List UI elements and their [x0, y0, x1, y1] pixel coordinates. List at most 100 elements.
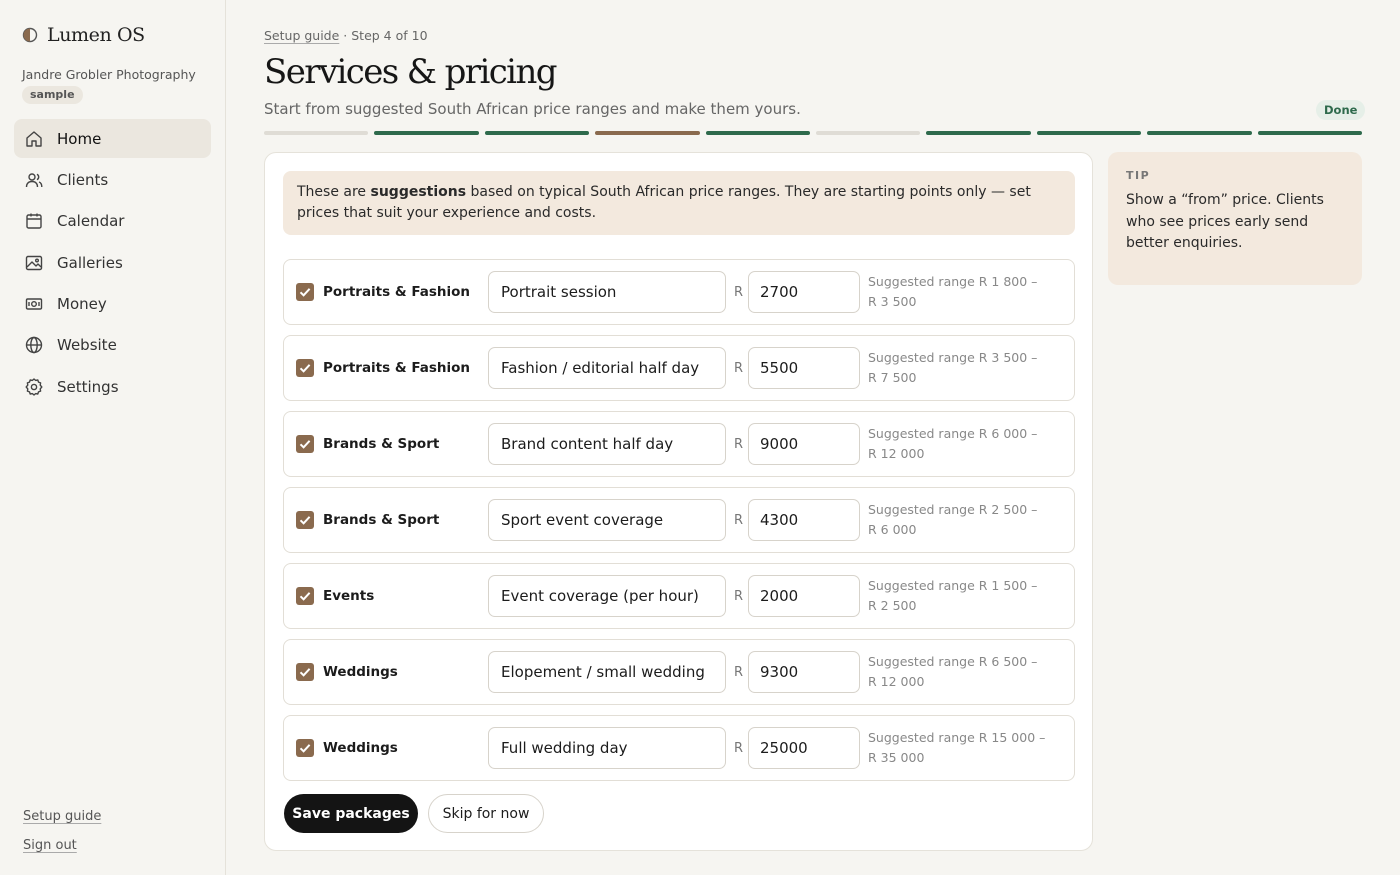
- save-packages-button[interactable]: Save packages: [284, 794, 418, 833]
- checkmark-icon: [299, 744, 311, 753]
- progress-step-4: [595, 131, 700, 135]
- setup-guide-link[interactable]: Setup guide: [23, 809, 101, 824]
- suggested-range: Suggested range R 6 500 – R 12 000: [868, 652, 1058, 691]
- suggested-range: Suggested range R 2 500 – R 6 000: [868, 500, 1058, 539]
- sample-badge: sample: [22, 86, 83, 104]
- sidebar-item-clients[interactable]: Clients: [14, 160, 211, 199]
- sidebar-item-label: Website: [57, 336, 117, 355]
- breadcrumb-step: · Step 4 of 10: [339, 28, 428, 43]
- suggested-range-line-2: R 12 000: [868, 673, 925, 689]
- suggested-range-line-2: R 3 500: [868, 293, 917, 309]
- calendar-icon: [24, 211, 44, 231]
- suggested-range-line-1: Suggested range R 3 500 –: [868, 350, 1038, 365]
- package-name-input[interactable]: [488, 651, 726, 693]
- package-name-input[interactable]: [488, 499, 726, 541]
- skip-for-now-button[interactable]: Skip for now: [428, 794, 544, 833]
- studio-name: Jandre Grobler Photography: [22, 67, 196, 82]
- package-category: Weddings: [323, 740, 398, 756]
- package-price-input[interactable]: [748, 651, 860, 693]
- suggestions-notice: These are suggestions based on typical S…: [283, 171, 1075, 235]
- package-price-input[interactable]: [748, 423, 860, 465]
- image-icon: [24, 253, 44, 273]
- sidebar-item-settings[interactable]: Settings: [14, 367, 211, 406]
- checkmark-icon: [299, 592, 311, 601]
- package-name-input[interactable]: [488, 271, 726, 313]
- currency-label: R: [734, 741, 744, 756]
- brand[interactable]: Lumen OS: [22, 24, 145, 46]
- package-row: Weddings R Suggested range R 6 500 – R 12…: [283, 639, 1075, 705]
- suggested-range: Suggested range R 1 800 – R 3 500: [868, 272, 1058, 311]
- home-icon: [24, 129, 44, 149]
- globe-icon: [24, 335, 44, 355]
- page-title: Services & pricing: [264, 52, 558, 92]
- package-row: Portraits & Fashion R Suggested range R …: [283, 335, 1075, 401]
- package-checkbox[interactable]: [296, 663, 314, 681]
- package-price-input[interactable]: [748, 499, 860, 541]
- checkmark-icon: [299, 440, 311, 449]
- sidebar-item-website[interactable]: Website: [14, 326, 211, 365]
- package-category: Brands & Sport: [323, 436, 440, 452]
- package-checkbox[interactable]: [296, 359, 314, 377]
- sidebar: Lumen OS Jandre Grobler Photography samp…: [0, 0, 226, 875]
- sidebar-item-money[interactable]: Money: [14, 285, 211, 324]
- package-checkbox[interactable]: [296, 739, 314, 757]
- package-category: Portraits & Fashion: [323, 284, 471, 300]
- sign-out-link[interactable]: Sign out: [23, 838, 77, 853]
- sidebar-item-label: Clients: [57, 170, 109, 189]
- suggested-range-line-2: R 35 000: [868, 749, 925, 765]
- package-price-input[interactable]: [748, 347, 860, 389]
- checkmark-icon: [299, 364, 311, 373]
- suggested-range: Suggested range R 15 000 – R 35 000: [868, 728, 1058, 767]
- package-price-input[interactable]: [748, 727, 860, 769]
- package-row: Brands & Sport R Suggested range R 6 000…: [283, 411, 1075, 477]
- page-subtitle: Start from suggested South African price…: [264, 100, 801, 118]
- progress-step-6: [816, 131, 921, 135]
- suggested-range-line-2: R 7 500: [868, 369, 917, 385]
- suggested-range-line-1: Suggested range R 6 000 –: [868, 426, 1038, 441]
- progress-step-9: [1147, 131, 1252, 135]
- package-name-input[interactable]: [488, 575, 726, 617]
- package-row: Events R Suggested range R 1 500 – R 2 50…: [283, 563, 1075, 629]
- package-checkbox[interactable]: [296, 587, 314, 605]
- breadcrumb-setup-guide-link[interactable]: Setup guide: [264, 28, 339, 43]
- suggested-range-line-1: Suggested range R 2 500 –: [868, 502, 1038, 517]
- suggested-range-line-1: Suggested range R 15 000 –: [868, 730, 1046, 745]
- currency-label: R: [734, 589, 744, 604]
- banknote-icon: [24, 294, 44, 314]
- package-category: Weddings: [323, 664, 398, 680]
- package-category: Events: [323, 588, 375, 604]
- package-category: Portraits & Fashion: [323, 360, 471, 376]
- sidebar-item-label: Money: [57, 295, 107, 314]
- pricing-card: These are suggestions based on typical S…: [264, 152, 1093, 851]
- suggested-range: Suggested range R 3 500 – R 7 500: [868, 348, 1058, 387]
- package-row: Brands & Sport R Suggested range R 2 500…: [283, 487, 1075, 553]
- sidebar-item-home[interactable]: Home: [14, 119, 211, 158]
- setup-progress-bar: [264, 131, 1363, 135]
- progress-step-7: [926, 131, 1031, 135]
- suggested-range: Suggested range R 1 500 – R 2 500: [868, 576, 1058, 615]
- package-name-input[interactable]: [488, 727, 726, 769]
- package-price-input[interactable]: [748, 271, 860, 313]
- progress-step-10: [1257, 131, 1363, 135]
- package-list: Portraits & Fashion R Suggested range R …: [283, 259, 1075, 791]
- gear-icon: [24, 377, 44, 397]
- package-checkbox[interactable]: [296, 283, 314, 301]
- package-price-input[interactable]: [748, 575, 860, 617]
- tip-label: TIP: [1126, 169, 1151, 182]
- package-name-input[interactable]: [488, 347, 726, 389]
- sidebar-item-calendar[interactable]: Calendar: [14, 202, 211, 241]
- package-checkbox[interactable]: [296, 511, 314, 529]
- progress-step-2: [374, 131, 479, 135]
- tip-panel: TIP Show a “from” price. Clients who see…: [1108, 152, 1362, 285]
- checkmark-icon: [299, 668, 311, 677]
- package-row: Weddings R Suggested range R 15 000 – R 3…: [283, 715, 1075, 781]
- suggested-range-line-2: R 2 500: [868, 597, 917, 613]
- suggested-range-line-1: Suggested range R 6 500 –: [868, 654, 1038, 669]
- sidebar-item-galleries[interactable]: Galleries: [14, 243, 211, 282]
- sidebar-nav: Home Clients Calendar Galleries Money We…: [14, 119, 211, 409]
- suggested-range: Suggested range R 6 000 – R 12 000: [868, 424, 1058, 463]
- notice-text-bold: suggestions: [370, 184, 467, 200]
- package-name-input[interactable]: [488, 423, 726, 465]
- package-checkbox[interactable]: [296, 435, 314, 453]
- suggested-range-line-2: R 12 000: [868, 445, 925, 461]
